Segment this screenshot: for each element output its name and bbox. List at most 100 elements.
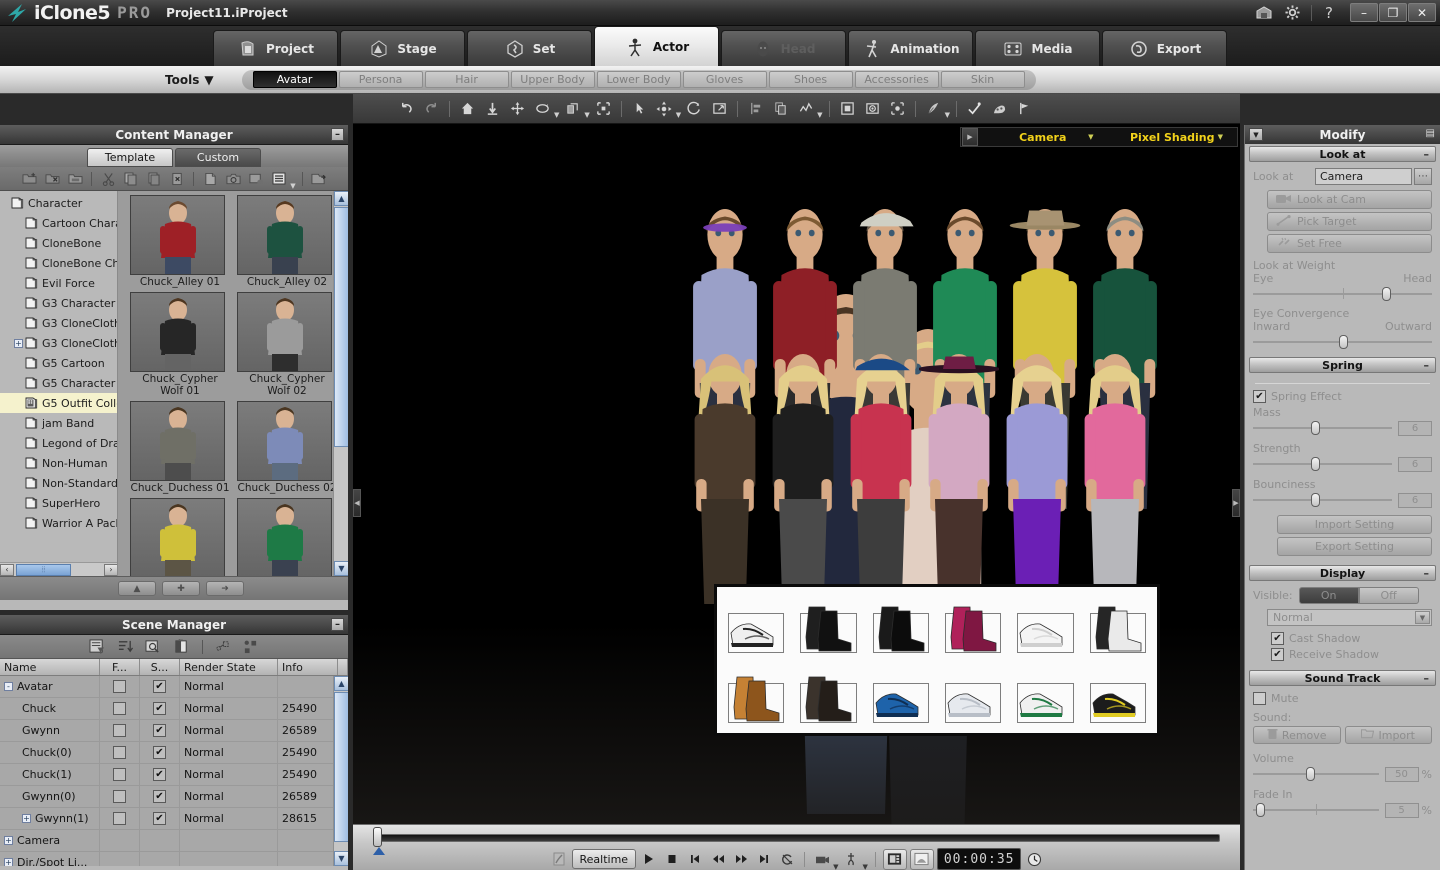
visible-off-button[interactable]: Off — [1359, 587, 1419, 604]
spring-strength-slider[interactable] — [1253, 457, 1392, 471]
scene-scrollbar[interactable]: ▲ ▼ — [333, 676, 348, 866]
volume-slider[interactable] — [1253, 767, 1379, 781]
group-icon[interactable] — [240, 637, 262, 657]
frame-selected-icon[interactable] — [886, 97, 909, 120]
spring-effect-row[interactable]: ✔ Spring Effect — [1253, 390, 1432, 403]
fade-in-value-field[interactable]: 5 — [1385, 803, 1419, 818]
visible-toggle[interactable]: On Off — [1299, 587, 1419, 604]
content-tab-custom[interactable]: Custom — [175, 148, 261, 167]
tree-item-superhero[interactable]: SuperHero — [0, 493, 117, 513]
show-checkbox[interactable]: ✔ — [153, 724, 166, 737]
content-store-icon[interactable] — [1250, 1, 1278, 25]
spring-bounciness-slider[interactable] — [1253, 493, 1392, 507]
panel-menu-button[interactable]: ▼ — [1249, 128, 1263, 141]
show-checkbox[interactable]: ✔ — [153, 790, 166, 803]
stop-icon[interactable] — [662, 850, 682, 869]
minimize-panel-button[interactable]: – — [331, 128, 344, 141]
scene-table-row[interactable]: Gwynn(0)✔Normal26589 — [0, 786, 348, 808]
scene-table-row[interactable]: +Dir./Spot Li... — [0, 852, 348, 866]
collapse-icon[interactable]: – — [1424, 672, 1430, 685]
sub-tab-avatar[interactable]: Avatar — [253, 71, 337, 88]
shoe-thumbnail-white-loafer[interactable] — [938, 661, 1008, 729]
new-file-icon[interactable] — [200, 169, 220, 188]
chevron-down-icon[interactable]: ▼ — [862, 863, 867, 870]
tree-item-g3-clonecloth[interactable]: G3 CloneCloth — [0, 313, 117, 333]
feather-icon[interactable] — [922, 97, 945, 120]
look-at-weight-slider[interactable] — [1253, 287, 1432, 301]
scene-table-row[interactable]: -Avatar✔Normal — [0, 676, 348, 698]
fast-forward-icon[interactable] — [731, 850, 751, 869]
collapse-icon[interactable]: – — [1424, 359, 1430, 372]
fade-in-slider[interactable] — [1253, 803, 1379, 817]
tree-item-g3-character[interactable]: G3 Character — [0, 293, 117, 313]
scene-table-row[interactable]: Chuck(1)✔Normal25490 — [0, 764, 348, 786]
move-icon[interactable] — [506, 97, 529, 120]
help-icon[interactable]: ? — [1317, 4, 1341, 22]
loop-icon[interactable] — [777, 850, 797, 869]
viewport-stage[interactable] — [353, 154, 1240, 824]
receive-shadow-checkbox[interactable]: ✔ — [1271, 648, 1284, 661]
add-button[interactable]: ✚ — [162, 581, 200, 596]
chevron-down-icon[interactable]: ▼ — [554, 111, 559, 119]
copy-icon[interactable] — [121, 169, 141, 188]
import-sound-button[interactable]: Import — [1345, 726, 1433, 744]
tree-item-non-human[interactable]: Non-Human — [0, 453, 117, 473]
delete-folder-icon[interactable] — [42, 169, 62, 188]
clock-icon[interactable] — [1024, 850, 1044, 869]
scroll-left-button[interactable]: ‹ — [0, 564, 14, 576]
scroll-down-button[interactable]: ▼ — [334, 851, 348, 866]
column-header[interactable]: Info — [278, 659, 338, 675]
paint-icon[interactable] — [988, 97, 1011, 120]
section-header-display[interactable]: Display – — [1249, 565, 1436, 581]
female-floral-top[interactable] — [919, 354, 999, 604]
look-at-cam-button[interactable]: Look at Cam — [1267, 190, 1432, 209]
tree-item-evil-force[interactable]: Evil Force — [0, 273, 117, 293]
row-expander-icon[interactable]: - — [4, 682, 13, 691]
play-icon[interactable] — [639, 850, 659, 869]
tree-item-clonebone-cha[interactable]: CloneBone Cha — [0, 253, 117, 273]
tree-item-g5-cartoon[interactable]: G5 Cartoon — [0, 353, 117, 373]
shoe-thumbnail-brown-lace-boot[interactable] — [793, 661, 863, 729]
apply-right-button[interactable]: ➜ — [206, 581, 244, 596]
content-thumbnail[interactable]: Chuck_Cypher Wolf 02 — [237, 292, 336, 397]
scene-table-row[interactable]: +Camera — [0, 830, 348, 852]
tree-item-legond-of-drag[interactable]: Legond of Drag — [0, 433, 117, 453]
record-icon[interactable] — [549, 850, 569, 869]
timecode-display[interactable]: 00:00:35 — [937, 848, 1022, 870]
chevron-down-icon[interactable]: ▼ — [1415, 611, 1430, 624]
last-frame-icon[interactable] — [754, 850, 774, 869]
scene-table-row[interactable]: +Gwynn(1)✔Normal28615 — [0, 808, 348, 830]
shoe-thumbnail-blue-basketball-shoe[interactable] — [866, 661, 936, 729]
scene-table-row[interactable]: Chuck(0)✔Normal25490 — [0, 742, 348, 764]
minimize-panel-button[interactable]: – — [331, 618, 344, 631]
tree-item-g5-outfit-colle[interactable]: G5 Outfit Colle — [0, 393, 117, 413]
main-tab-stage[interactable]: Stage — [340, 30, 465, 66]
content-thumbnail[interactable]: Chuck_Duchess 02 — [237, 401, 336, 494]
tree-item-jam-band[interactable]: jam Band — [0, 413, 117, 433]
shoe-thumbnail-black-white-boot[interactable] — [1083, 591, 1153, 659]
section-header-sound-track[interactable]: Sound Track – — [1249, 670, 1436, 686]
content-thumbnail[interactable]: Chuck_Shygirl 02 — [237, 498, 336, 576]
main-tab-set[interactable]: Set — [467, 30, 592, 66]
chevron-down-icon[interactable]: ▼ — [290, 182, 295, 190]
home-icon[interactable] — [456, 97, 479, 120]
row-expander-icon[interactable]: + — [22, 814, 31, 823]
content-thumbnail[interactable]: Chuck_Alley 02 — [237, 195, 336, 288]
animation-key-icon[interactable] — [841, 850, 861, 869]
tree-item-g3-clonecloth[interactable]: +G3 CloneCloth — [0, 333, 117, 353]
collapse-all-icon[interactable]: ▤ — [1426, 128, 1435, 139]
timeline-track[interactable] — [375, 834, 1220, 842]
shoe-thumbnail-tan-work-boot[interactable] — [721, 661, 791, 729]
section-header-look-at[interactable]: Look at – — [1249, 146, 1436, 162]
collapse-right-panel-button[interactable]: ▶ — [1232, 489, 1240, 517]
show-checkbox[interactable]: ✔ — [153, 746, 166, 759]
new-folder-icon[interactable] — [19, 169, 39, 188]
transform-gizmo-icon[interactable] — [653, 97, 676, 120]
bounding-box-icon[interactable] — [592, 97, 615, 120]
scene-table-row[interactable]: Chuck✔Normal25490 — [0, 698, 348, 720]
preview-render-icon[interactable] — [910, 849, 934, 870]
collapse-icon[interactable]: – — [1424, 148, 1430, 161]
display-mode-select[interactable]: Normal ▼ — [1267, 609, 1432, 626]
column-header[interactable]: S... — [140, 659, 180, 675]
remove-sound-button[interactable]: Remove — [1253, 726, 1341, 744]
